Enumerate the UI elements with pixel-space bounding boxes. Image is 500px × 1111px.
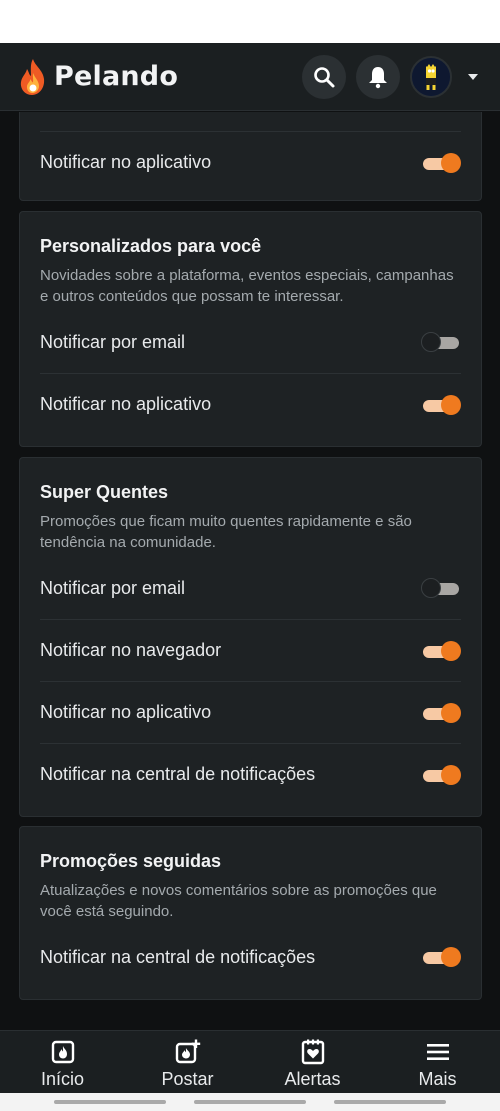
setting-label: Notificar por email xyxy=(40,331,186,352)
nav-item-inicio[interactable]: Início xyxy=(0,1031,125,1093)
toggle-switch[interactable] xyxy=(421,946,461,968)
section-card: Promoções seguidas Atualizações e novos … xyxy=(19,826,482,1000)
gesture-pill xyxy=(194,1100,306,1104)
toggle-switch[interactable] xyxy=(421,331,461,353)
setting-label: Notificar no navegador xyxy=(40,640,222,660)
toggle-switch[interactable] xyxy=(421,640,461,662)
menu-icon xyxy=(425,1039,451,1065)
notification-settings: Notificar no aplicativo Personalizados p… xyxy=(0,112,500,1030)
section-description: Atualizações e novos comentários sobre a… xyxy=(40,882,437,920)
gesture-pill xyxy=(334,1100,446,1104)
nav-label: Início xyxy=(40,1069,85,1089)
toggle-switch[interactable] xyxy=(421,702,461,724)
avatar[interactable] xyxy=(410,55,452,98)
toggle-switch[interactable] xyxy=(421,577,461,599)
bottom-nav: Início Postar Alertas Mais xyxy=(0,1030,500,1093)
status-bar xyxy=(0,0,500,43)
toggle-switch[interactable] xyxy=(421,394,461,416)
setting-row: Notificar na central de notificações xyxy=(40,926,461,988)
setting-row: Notificar no aplicativo xyxy=(40,681,461,743)
search-icon xyxy=(314,66,335,87)
section-description: Promoções que ficam muito quentes rapida… xyxy=(40,513,412,551)
setting-label: Notificar por email xyxy=(40,577,186,598)
system-gesture-bar xyxy=(0,1093,500,1111)
toggle-switch[interactable] xyxy=(421,152,461,174)
setting-row: Notificar no navegador xyxy=(40,619,461,681)
logo-text: Pelando xyxy=(54,61,179,92)
nav-label: Mais xyxy=(418,1069,457,1089)
section-card: Super Quentes Promoções que ficam muito … xyxy=(19,457,482,817)
gesture-pill xyxy=(54,1100,166,1104)
setting-row: Notificar por email xyxy=(40,311,461,373)
post-add-icon xyxy=(175,1039,201,1065)
section-title: Promoções seguidas xyxy=(40,851,222,871)
setting-label: Notificar no aplicativo xyxy=(40,152,212,172)
chevron-down-icon[interactable] xyxy=(468,73,478,80)
setting-row: Notificar no aplicativo xyxy=(40,373,461,435)
section-card: Personalizados para você Novidades sobre… xyxy=(19,211,482,447)
section-title: Super Quentes xyxy=(40,482,169,502)
nav-item-alertas[interactable]: Alertas xyxy=(250,1031,375,1093)
section-title: Personalizados para você xyxy=(40,236,262,256)
app-header: Pelando xyxy=(0,43,500,111)
alerts-heart-icon xyxy=(300,1039,326,1065)
toggle-switch[interactable] xyxy=(421,764,461,786)
section-description: Novidades sobre a plataforma, eventos es… xyxy=(40,267,454,305)
setting-row: Notificar por email xyxy=(40,557,461,619)
nav-item-mais[interactable]: Mais xyxy=(375,1031,500,1093)
setting-row: Notificar na central de notificações xyxy=(40,743,461,805)
logo[interactable]: Pelando xyxy=(18,58,178,96)
bell-icon xyxy=(369,66,387,88)
setting-label: Notificar no aplicativo xyxy=(40,394,212,414)
nav-label: Postar xyxy=(161,1069,214,1089)
setting-row: Notificar no aplicativo xyxy=(40,131,461,193)
flame-logo-icon xyxy=(20,58,45,95)
setting-label: Notificar na central de notificações xyxy=(40,764,316,784)
home-flame-icon xyxy=(50,1039,76,1065)
notifications-button[interactable] xyxy=(356,54,400,99)
setting-label: Notificar na central de notificações xyxy=(40,946,316,967)
setting-label: Notificar no aplicativo xyxy=(40,702,212,722)
section-card: Notificar no aplicativo xyxy=(19,112,482,201)
nav-item-postar[interactable]: Postar xyxy=(125,1031,250,1093)
search-button[interactable] xyxy=(302,54,346,99)
avatar-icon xyxy=(412,57,450,96)
nav-label: Alertas xyxy=(284,1069,341,1089)
